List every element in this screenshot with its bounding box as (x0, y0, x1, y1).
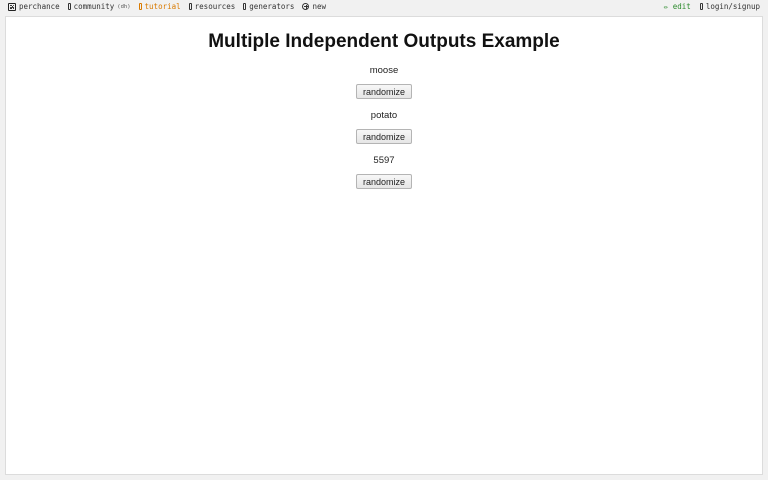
nav-login-label: login/signup (705, 2, 760, 11)
output-1: moose (369, 65, 399, 76)
nav-perchance-label: perchance (19, 2, 60, 11)
nav-right: ✏ edit login/signup (655, 2, 760, 11)
nav-left: perchance community (dh) tutorial resour… (8, 2, 334, 11)
nav-edit-label: ✏ edit (663, 2, 691, 11)
nav-login[interactable]: login/signup (699, 2, 760, 11)
nav-new[interactable]: new (302, 2, 326, 11)
dice-icon (8, 2, 16, 11)
output-3: 5597 (373, 155, 395, 166)
top-nav-bar: perchance community (dh) tutorial resour… (0, 0, 768, 16)
resources-icon (188, 3, 192, 10)
nav-community[interactable]: community (dh) (67, 2, 131, 11)
page-title: Multiple Independent Outputs Example (208, 31, 560, 52)
nav-tutorial[interactable]: tutorial (138, 2, 181, 11)
nav-generators-label: generators (249, 2, 295, 11)
nav-perchance[interactable]: perchance (8, 2, 60, 11)
generator-panel: Multiple Independent Outputs Example moo… (5, 16, 763, 475)
output-2: potato (370, 110, 398, 121)
community-icon (67, 3, 71, 10)
randomize-button-1[interactable]: randomize (356, 84, 412, 99)
randomize-button-2[interactable]: randomize (356, 129, 412, 144)
nav-community-suffix: (dh) (117, 3, 131, 10)
plus-circle-icon (302, 3, 310, 10)
nav-edit[interactable]: ✏ edit (664, 2, 691, 11)
nav-resources[interactable]: resources (188, 2, 236, 11)
nav-tutorial-label: tutorial (144, 2, 181, 11)
user-icon (699, 3, 703, 10)
generators-icon (243, 3, 247, 10)
nav-generators[interactable]: generators (243, 2, 294, 11)
nav-resources-label: resources (194, 2, 236, 11)
tutorial-icon (138, 3, 142, 10)
nav-new-label: new (312, 2, 326, 11)
nav-community-label: community (73, 2, 115, 11)
randomize-button-3[interactable]: randomize (356, 174, 412, 189)
